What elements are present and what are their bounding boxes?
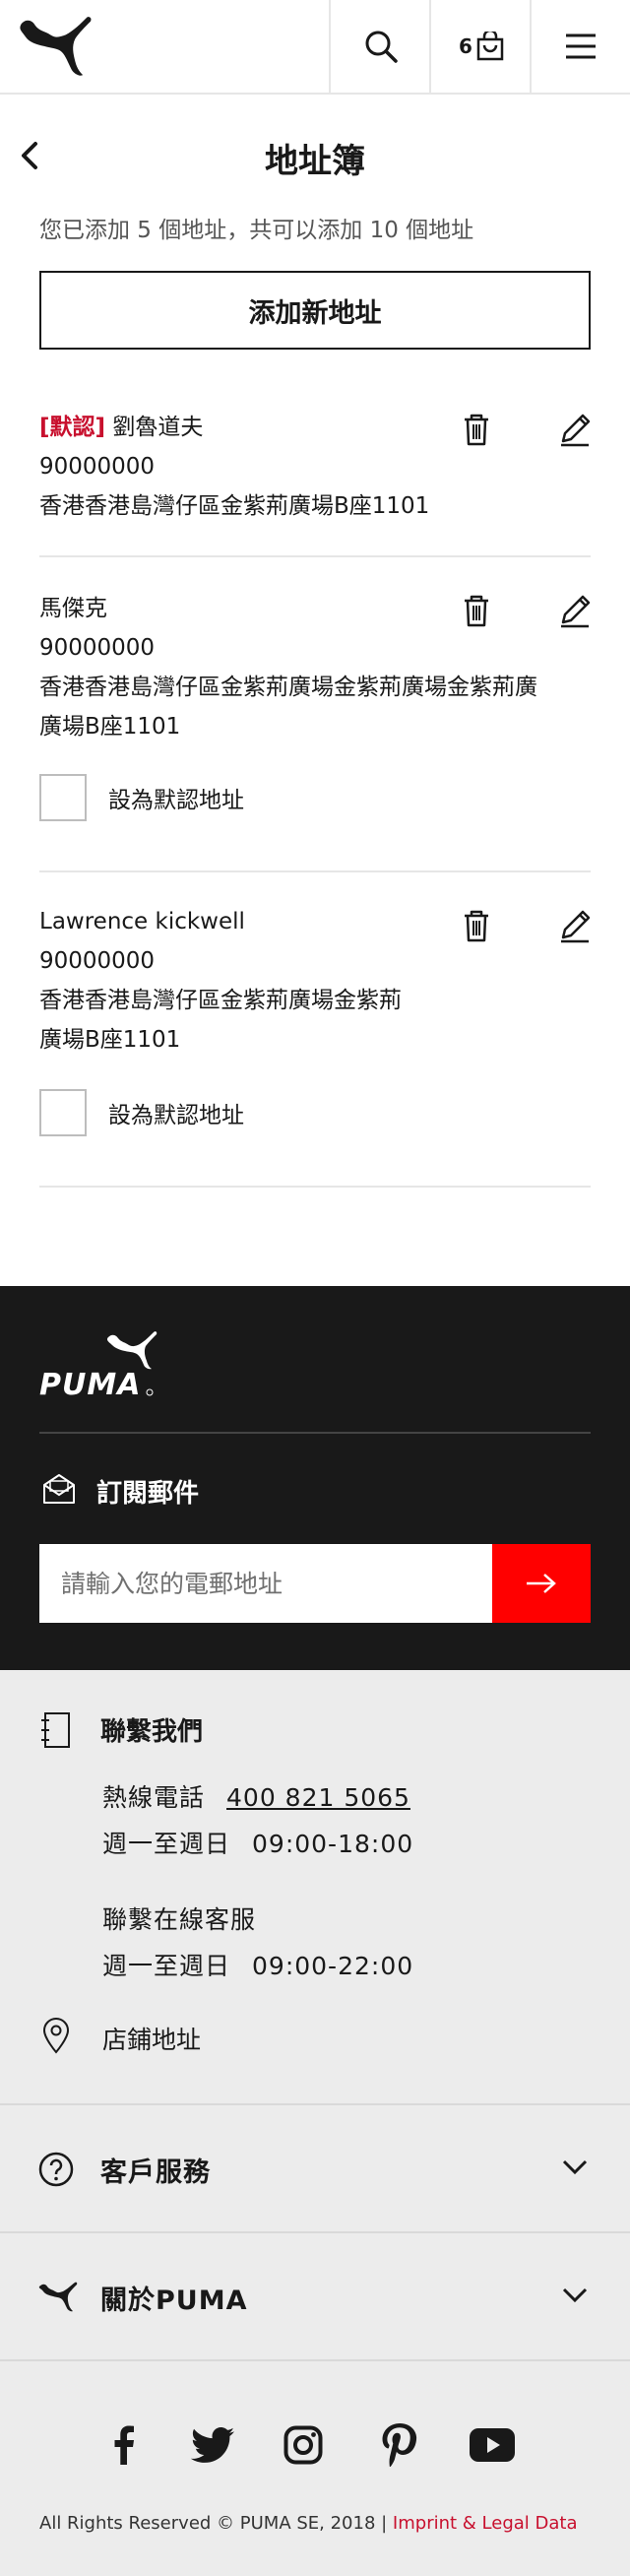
address-phone: 90000000 (39, 635, 156, 661)
puma-cat-icon (38, 2282, 78, 2312)
set-default-checkbox[interactable] (39, 1089, 87, 1136)
hotline-row: 熱線電話 400 821 5065 (102, 1778, 410, 1814)
copyright-text: All Rights Reserved © PUMA SE, 2018 | Im… (39, 2513, 577, 2534)
cart-count-badge: 6 (459, 34, 472, 58)
address-line: 廣場B座1101 (39, 1027, 181, 1053)
address-card: 馬傑克 90000000 香港香港島灣仔區金紫荊廣場金紫荊廣場金紫荊廣 廣場B座… (39, 589, 591, 874)
instagram-icon (284, 2425, 323, 2465)
divider (39, 1186, 591, 1188)
address-name: 馬傑克 (39, 596, 107, 621)
set-default-row[interactable]: 設為默認地址 (39, 774, 244, 821)
hotline-hours: 09:00-18:00 (252, 1830, 414, 1858)
address-phone: 90000000 (39, 454, 156, 480)
hotline-number-link[interactable]: 400 821 5065 (226, 1783, 410, 1812)
customer-service-accordion[interactable]: 客戶服務 (0, 2103, 630, 2231)
customer-service-label: 客戶服務 (100, 2157, 211, 2188)
facebook-link[interactable] (104, 2420, 144, 2470)
youtube-link[interactable] (469, 2420, 516, 2470)
set-default-label: 設為默認地址 (108, 1103, 244, 1128)
add-address-button[interactable]: 添加新地址 (39, 271, 591, 350)
location-pin-icon (42, 2018, 70, 2054)
set-default-label: 設為默認地址 (108, 788, 244, 813)
footer-section: 聯繫我們 熱線電話 400 821 5065 週一至週日 09:00-18:00 聯… (0, 1670, 630, 2576)
set-default-row[interactable]: 設為默認地址 (39, 1089, 244, 1136)
youtube-icon (470, 2428, 515, 2462)
arrow-right-icon (527, 1574, 556, 1593)
facebook-icon (114, 2425, 134, 2465)
divider (39, 555, 591, 557)
hotline-hours-row: 週一至週日 09:00-18:00 (102, 1825, 413, 1860)
twitter-link[interactable] (189, 2420, 236, 2470)
address-line: 香港香港島灣仔區金紫荊廣場金紫荊廣場金紫荊廣 (39, 675, 537, 700)
online-service-link[interactable]: 聯繫在線客服 (102, 1900, 256, 1936)
site-header: 6 (0, 0, 630, 95)
page-title: 地址簿 (265, 142, 365, 181)
about-puma-accordion[interactable]: 關於PUMA (0, 2231, 630, 2361)
contact-title: 聯繫我們 (100, 1717, 204, 1747)
newsletter-email-input[interactable] (39, 1544, 492, 1623)
address-card: Lawrence kickwell 90000000 香港香港島灣仔區金紫荊廣場… (39, 902, 591, 1188)
copyright-label: All Rights Reserved © PUMA SE, 2018 | (39, 2513, 393, 2534)
svg-text:PUMA: PUMA (39, 1368, 141, 1400)
menu-button[interactable] (530, 0, 630, 93)
pinterest-icon (382, 2423, 417, 2467)
address-name: Lawrence kickwell (39, 909, 245, 934)
address-line: 香港香港島灣仔區金紫荊廣場金紫荊 (39, 988, 402, 1013)
chevron-down-icon (562, 2287, 588, 2303)
mail-icon (43, 1474, 75, 1504)
online-hours: 09:00-22:00 (252, 1952, 414, 1980)
twitter-icon (191, 2427, 234, 2463)
delete-icon[interactable] (457, 410, 496, 449)
search-icon (365, 31, 398, 63)
address-name-row: [默認] 劉魯道夫 (39, 408, 591, 447)
chevron-down-icon (562, 2159, 588, 2175)
menu-icon (566, 33, 596, 59)
edit-icon[interactable] (555, 591, 595, 630)
instagram-link[interactable] (282, 2420, 325, 2470)
newsletter-submit-button[interactable] (492, 1544, 591, 1623)
search-button[interactable] (329, 0, 431, 93)
cart-icon (476, 32, 504, 61)
default-tag: [默認] (39, 415, 106, 440)
edit-icon[interactable] (555, 410, 595, 449)
edit-icon[interactable] (555, 906, 595, 945)
address-phone: 90000000 (39, 948, 156, 974)
delete-icon[interactable] (457, 591, 496, 630)
about-puma-label: 關於PUMA (100, 2286, 248, 2316)
address-card: [默認] 劉魯道夫 90000000 香港香港島灣仔區金紫荊廣場B座1101 (39, 408, 591, 559)
online-days: 週一至週日 (102, 1952, 231, 1980)
delete-icon[interactable] (457, 906, 496, 945)
address-count-info: 您已添加 5 個地址，共可以添加 10 個地址 (39, 218, 474, 243)
contact-book-icon (41, 1712, 70, 1748)
address-name: 劉魯道夫 (112, 415, 204, 440)
hotline-label: 熱線電話 (102, 1783, 206, 1812)
puma-footer-logo[interactable]: PUMA (39, 1325, 177, 1400)
imprint-link[interactable]: Imprint & Legal Data (393, 2513, 578, 2534)
hotline-days: 週一至週日 (102, 1830, 231, 1858)
cart-button[interactable]: 6 (429, 0, 532, 93)
puma-logo[interactable] (18, 14, 94, 81)
newsletter-title: 訂閱郵件 (96, 1479, 200, 1509)
set-default-checkbox[interactable] (39, 774, 87, 821)
newsletter-section: PUMA 訂閱郵件 (0, 1286, 630, 1670)
address-line: 香港香港島灣仔區金紫荊廣場B座1101 (39, 493, 430, 519)
divider (39, 1432, 591, 1434)
help-circle-icon (38, 2152, 74, 2187)
online-hours-row: 週一至週日 09:00-22:00 (102, 1947, 413, 1982)
address-line: 廣場B座1101 (39, 714, 181, 740)
pinterest-link[interactable] (378, 2420, 421, 2470)
divider (39, 870, 591, 872)
store-address-link[interactable]: 店鋪地址 (102, 2021, 201, 2056)
